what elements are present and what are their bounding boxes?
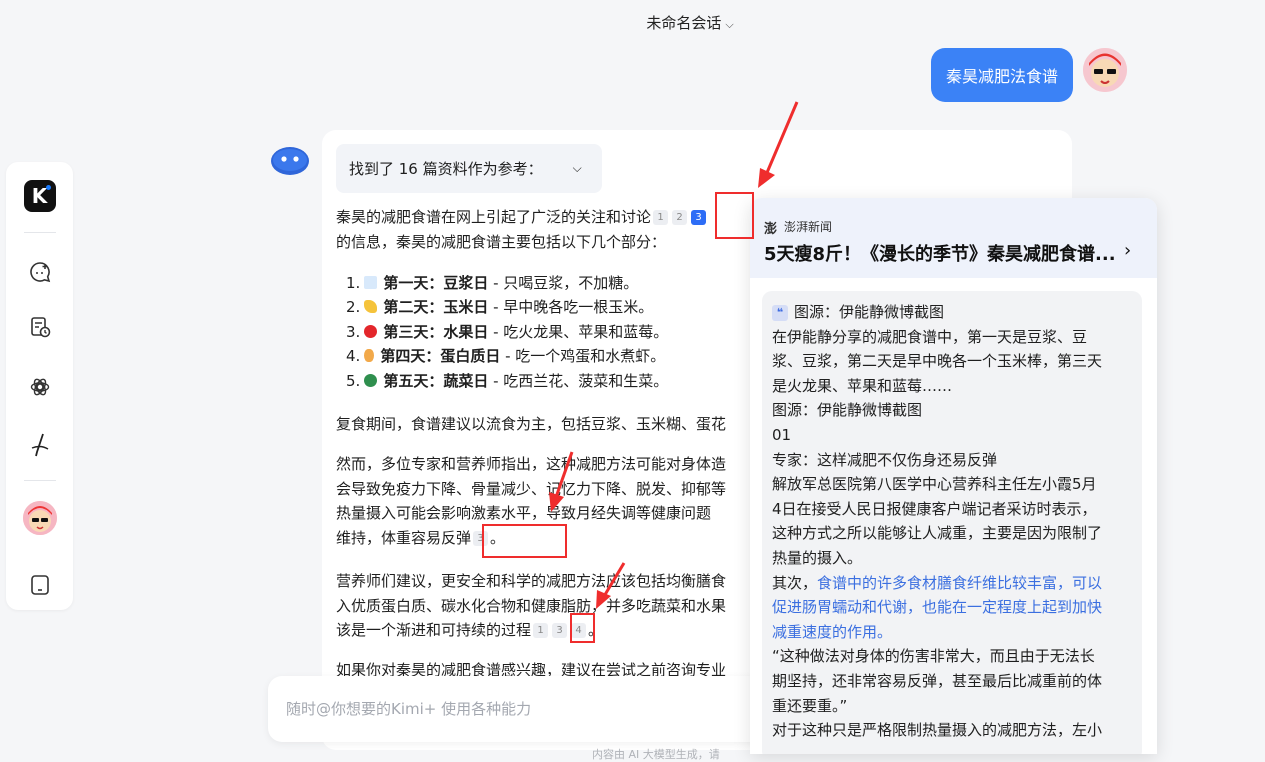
annotation-box: [570, 613, 595, 643]
citation-1[interactable]: 1: [533, 623, 549, 638]
citation-1[interactable]: 1: [653, 210, 669, 225]
popup-header[interactable]: 澎澎湃新闻 5天瘦8斤！《漫长的季节》秦昊减肥食谱... ›: [750, 198, 1157, 278]
popup-title[interactable]: 5天瘦8斤！《漫长的季节》秦昊减肥食谱...: [764, 240, 1116, 266]
pen-icon[interactable]: [6, 425, 73, 465]
answer-text: 入优质蛋白质、碳水化合物和健康脂肪，并多吃蔬菜和水果: [336, 596, 727, 615]
user-avatar: [1083, 48, 1127, 92]
conversation-title[interactable]: 未命名会话 ⌵: [0, 12, 1265, 33]
phone-icon[interactable]: [6, 565, 73, 605]
kimi-logo[interactable]: K: [6, 176, 73, 216]
thepaper-logo-icon: 澎: [764, 222, 778, 237]
list-item: 1. 第一天：豆浆日 - 只喝豆浆，不加糖。: [346, 274, 639, 292]
chevron-right-icon[interactable]: ›: [1124, 240, 1131, 261]
input-placeholder: 随时@你想要的Kimi+ 使用各种能力: [286, 700, 532, 718]
history-icon[interactable]: [6, 307, 73, 347]
reference-label: 找到了 16 篇资料作为参考：: [349, 160, 543, 178]
corn-icon: [364, 300, 378, 314]
answer-text: 复食期间，食谱建议以流食为主，包括豆浆、玉米糊、蛋花: [336, 415, 727, 433]
answer-text: 秦昊的减肥食谱在网上引起了广泛的关注和讨论: [336, 208, 652, 226]
answer-text: 营养师们建议，更安全和科学的减肥方法应该包括均衡膳食: [336, 572, 727, 590]
egg-icon: [364, 349, 375, 363]
annotation-box: [482, 524, 567, 558]
conversation-title-text: 未命名会话: [646, 14, 722, 32]
reference-dropdown[interactable]: 找到了 16 篇资料作为参考： ⌵: [336, 144, 602, 193]
citation-2[interactable]: 2: [672, 210, 688, 225]
diet-list: 1. 第一天：豆浆日 - 只喝豆浆，不加糖。 2. 第二天：玉米日 - 早中晚各吃一…: [346, 271, 668, 393]
avatar[interactable]: [6, 498, 73, 538]
chevron-down-icon: ⌵: [572, 161, 582, 175]
quote-text: ❝ 图源：伊能静微博截图 在伊能静分享的减肥食谱中，第一天是豆浆、豆 浆、豆浆，第…: [772, 303, 1103, 740]
answer-intro: 秦昊的减肥食谱在网上引起了广泛的关注和讨论 1 2 3: [336, 205, 708, 230]
list-item: 4. 第四天：蛋白质日 - 吃一个鸡蛋和水煮虾。: [346, 347, 666, 366]
citation-3[interactable]: 3: [552, 623, 568, 638]
annotation-box: [715, 192, 754, 239]
explore-icon[interactable]: [6, 367, 73, 407]
answer-paragraph: 营养师们建议，更安全和科学的减肥方法应该包括均衡膳食 入优质蛋白质、碳水化合物和…: [336, 569, 726, 643]
kimi-bot-avatar: [270, 144, 310, 176]
sidebar: K: [6, 162, 73, 610]
apple-icon: [364, 324, 378, 338]
answer-text: 热量摄入可能会影响激素水平，导致月经失调等健康问题: [336, 504, 712, 522]
answer-text: 的信息，秦昊的减肥食谱主要包括以下几个部分：: [336, 233, 667, 251]
quote-icon: ❝: [772, 305, 788, 321]
divider: [24, 480, 56, 481]
disclaimer: 内容由 AI 大模型生成，请: [592, 748, 720, 761]
answer-text: 会导致免疫力下降、骨量减少、记忆力下降、脱发、抑郁等: [336, 479, 727, 498]
list-item: 3. 第三天：水果日 - 吃火龙果、苹果和蓝莓。: [346, 322, 669, 341]
user-message-bubble: 秦昊减肥法食谱: [931, 48, 1073, 102]
divider: [24, 232, 56, 233]
answer-text: 然而，多位专家和营养师指出，这种减肥方法可能对身体造: [336, 455, 727, 473]
citation-3-active[interactable]: 3: [691, 210, 707, 225]
new-chat-icon[interactable]: [6, 252, 73, 292]
cup-icon: [364, 276, 378, 289]
answer-text: 该是一个渐进和可持续的过程 1 3 4。: [336, 621, 604, 639]
logo-letter: K: [31, 184, 48, 208]
list-item: 2. 第二天：玉米日 - 早中晚各吃一根玉米。: [346, 298, 654, 317]
chevron-down-icon: ⌵: [725, 18, 734, 31]
source-label: 澎澎湃新闻: [764, 220, 833, 237]
broccoli-icon: [364, 373, 378, 387]
list-item: 5. 第五天：蔬菜日 - 吃西兰花、菠菜和生菜。: [346, 371, 669, 390]
